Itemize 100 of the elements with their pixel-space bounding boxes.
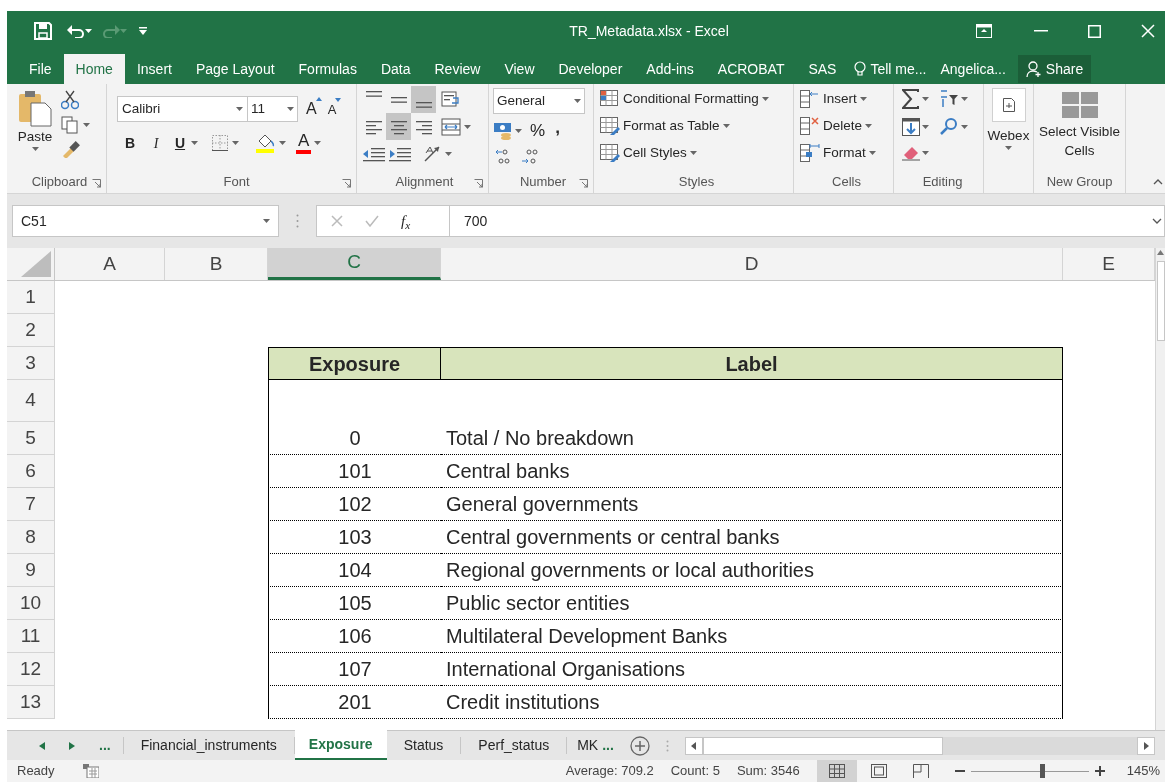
caret-icon[interactable]: [279, 141, 286, 145]
row-header[interactable]: 8: [7, 521, 55, 554]
formula-field[interactable]: 700: [450, 205, 1165, 237]
caret-icon[interactable]: [445, 151, 452, 156]
row-header[interactable]: 5: [7, 422, 55, 455]
undo-icon[interactable]: [67, 24, 85, 38]
caret-icon[interactable]: [859, 97, 867, 101]
merge-cells-icon[interactable]: [441, 117, 461, 136]
dialog-launcher-icon[interactable]: [92, 179, 101, 188]
center-button[interactable]: [386, 113, 411, 140]
scroll-right-button[interactable]: [1137, 736, 1155, 755]
eraser-icon[interactable]: [902, 145, 920, 161]
caret-icon[interactable]: [722, 124, 730, 128]
increase-decimal-icon[interactable]: [495, 147, 513, 166]
webex-button[interactable]: Webex: [984, 84, 1033, 171]
caret-icon[interactable]: [83, 123, 90, 127]
collapse-ribbon-icon[interactable]: [1153, 179, 1163, 185]
dialog-launcher-icon[interactable]: [579, 179, 588, 188]
sheet-tab[interactable]: Financial_instruments: [123, 737, 295, 754]
caret-icon[interactable]: [865, 124, 873, 128]
column-header[interactable]: D: [441, 248, 1063, 280]
expand-icon[interactable]: [1152, 218, 1162, 224]
dialog-launcher-icon[interactable]: [474, 179, 483, 188]
close-icon[interactable]: [1141, 24, 1155, 38]
macro-recording-icon[interactable]: [82, 764, 99, 778]
check-icon[interactable]: [365, 215, 379, 227]
ribbon-tab[interactable]: Formulas: [286, 54, 369, 84]
ribbon-tab[interactable]: File: [17, 54, 64, 84]
scroll-left-button[interactable]: [684, 736, 703, 755]
normal-view-button[interactable]: [816, 760, 857, 782]
shrink-font-button[interactable]: A: [327, 98, 342, 120]
caret-icon[interactable]: [464, 124, 471, 129]
add-sheet-icon[interactable]: [629, 735, 650, 756]
percent-button[interactable]: %: [530, 118, 546, 144]
caret-icon[interactable]: [922, 125, 929, 129]
more-sheets-button[interactable]: ...: [99, 735, 111, 756]
ribbon-tab[interactable]: View: [492, 54, 547, 84]
sheet-tab[interactable]: Exposure: [294, 730, 387, 760]
sort-filter-icon[interactable]: [939, 89, 959, 109]
caret-icon[interactable]: [868, 151, 876, 155]
row-header[interactable]: 10: [7, 587, 55, 620]
caret-icon[interactable]: [314, 141, 322, 145]
sheet-tab[interactable]: MK: [567, 737, 603, 754]
more-sheets-button[interactable]: ...: [602, 731, 614, 760]
caret-icon[interactable]: [85, 29, 92, 33]
scroll-up-icon[interactable]: [1157, 250, 1164, 255]
caret-icon[interactable]: [961, 125, 968, 129]
caret-icon[interactable]: [574, 99, 581, 103]
paste-button[interactable]: Paste: [13, 84, 57, 171]
zoom-slider-thumb[interactable]: [1039, 764, 1045, 778]
next-sheet-icon[interactable]: [69, 741, 75, 750]
row-header[interactable]: 9: [7, 554, 55, 587]
zoom-level[interactable]: 145%: [1126, 761, 1160, 781]
caret-icon[interactable]: [515, 128, 522, 133]
bottom-align-button[interactable]: [411, 86, 436, 113]
name-box[interactable]: C51: [12, 205, 279, 237]
scrollbar-thumb[interactable]: [1156, 261, 1165, 341]
caret-icon[interactable]: [922, 97, 929, 101]
ribbon-tab[interactable]: Insert: [124, 54, 184, 84]
ribbon-tab[interactable]: Page Layout: [183, 54, 287, 84]
caret-icon[interactable]: [689, 151, 697, 155]
row-header[interactable]: 12: [7, 653, 55, 686]
ribbon-tab[interactable]: Review: [422, 54, 493, 84]
fill-down-icon[interactable]: [902, 118, 920, 136]
borders-icon[interactable]: [212, 135, 228, 151]
lightbulb-icon[interactable]: [854, 61, 867, 77]
caret-icon[interactable]: [232, 141, 239, 145]
row-header[interactable]: 1: [7, 281, 55, 314]
decrease-decimal-icon[interactable]: [521, 147, 539, 166]
ribbon-tab[interactable]: Data: [368, 54, 423, 84]
format-button[interactable]: Format: [800, 142, 876, 164]
previous-sheet-icon[interactable]: [39, 741, 45, 750]
row-header[interactable]: 7: [7, 488, 55, 521]
money-icon[interactable]: [493, 121, 513, 140]
underline-button[interactable]: U: [169, 132, 191, 154]
customize-icon[interactable]: [139, 27, 147, 35]
column-header[interactable]: C: [268, 248, 441, 280]
grow-font-button[interactable]: A: [306, 97, 322, 121]
ribbon-tab[interactable]: Developer: [546, 54, 635, 84]
row-header[interactable]: 6: [7, 455, 55, 488]
increase-indent-icon[interactable]: [389, 145, 411, 162]
comma-style-button[interactable]: ,: [555, 122, 560, 139]
number-format-dropdown[interactable]: General: [493, 88, 585, 114]
row-header[interactable]: 11: [7, 620, 55, 653]
row-header[interactable]: 3: [7, 347, 55, 380]
decrease-indent-icon[interactable]: [363, 145, 385, 162]
vertical-scrollbar[interactable]: [1155, 248, 1165, 730]
share-button[interactable]: Share: [1017, 55, 1092, 83]
font-name-dropdown[interactable]: Calibri: [117, 96, 248, 122]
row-header[interactable]: 2: [7, 314, 55, 347]
zoom-in-icon[interactable]: [1094, 766, 1105, 776]
caret-icon[interactable]: [31, 147, 39, 152]
row-header[interactable]: 4: [7, 380, 55, 422]
tell-me-field[interactable]: Tell me...: [870, 58, 927, 80]
row-header[interactable]: 13: [7, 686, 55, 719]
sheet-tab[interactable]: Perf_status: [461, 737, 568, 754]
ribbon-tab[interactable]: SAS: [796, 54, 849, 84]
sheet-tab[interactable]: Status: [386, 737, 462, 754]
caret-icon[interactable]: [961, 97, 968, 101]
caret-icon[interactable]: [761, 97, 769, 101]
